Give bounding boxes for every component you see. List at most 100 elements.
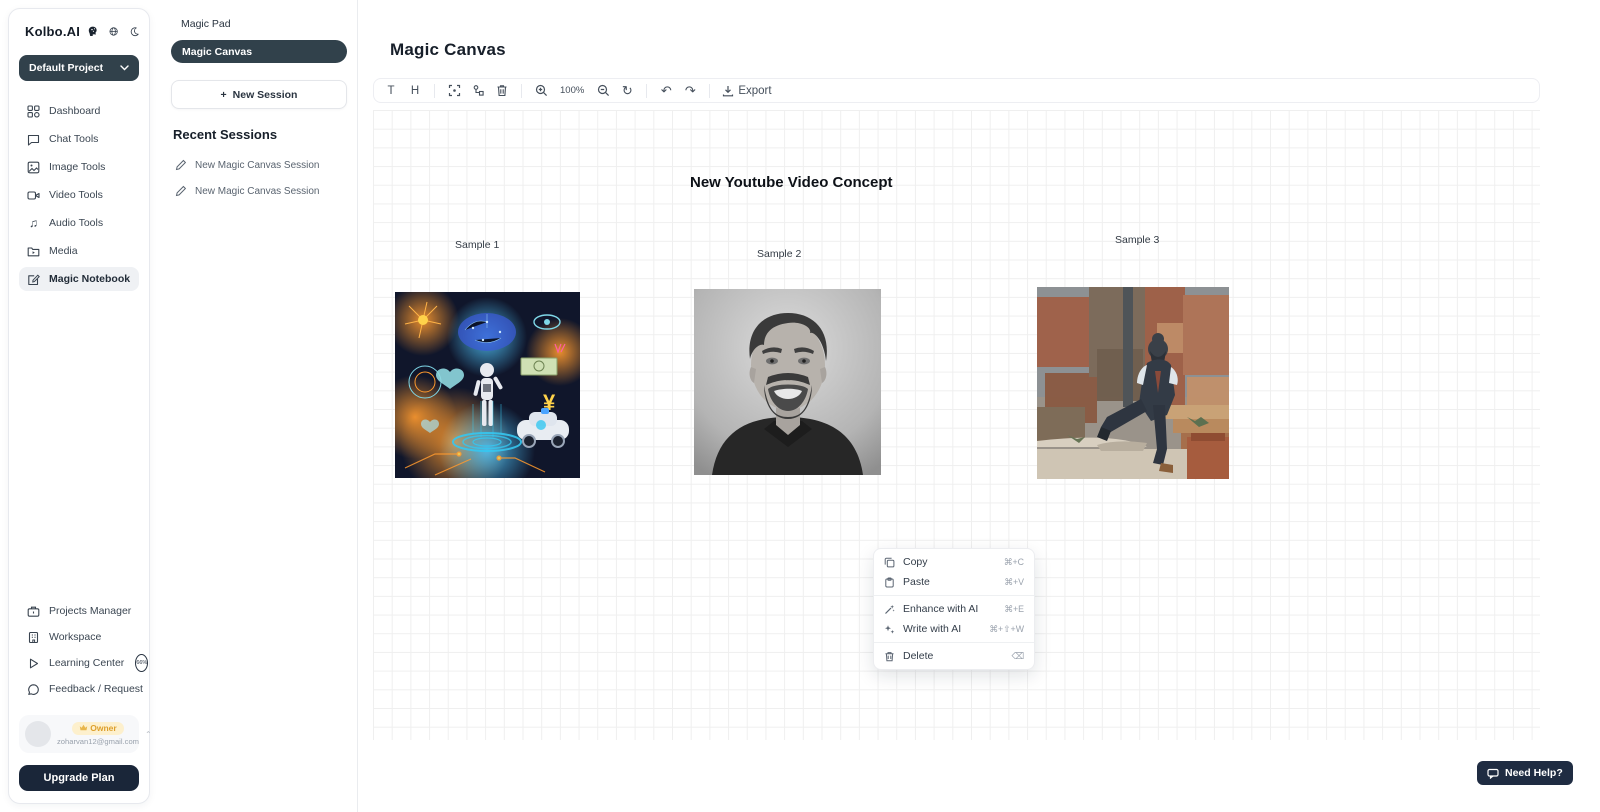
magic-canvas-item[interactable]: Magic Canvas <box>171 40 347 63</box>
pencil-icon <box>175 185 187 197</box>
owner-badge: Owner <box>72 722 123 735</box>
feedback-bubble-icon <box>27 683 40 696</box>
project-selector-label: Default Project <box>29 62 103 74</box>
sidebar: Kolbo.AI Default Project <box>8 8 150 804</box>
trash-icon <box>884 651 895 662</box>
dark-mode-moon-icon[interactable] <box>130 25 139 38</box>
chat-bubble-icon <box>27 133 40 146</box>
sidebar-item-label: Feedback / Request <box>49 683 143 695</box>
brand-logo: Kolbo.AI <box>25 24 80 39</box>
undo-button[interactable]: ↶ <box>655 81 677 101</box>
context-menu-delete[interactable]: Delete ⌫ <box>874 646 1034 666</box>
menu-divider <box>874 595 1034 596</box>
sidebar-item-label: Chat Tools <box>49 133 98 145</box>
heading-tool-button[interactable]: H <box>404 81 426 101</box>
zoom-in-button[interactable] <box>530 81 552 101</box>
sidebar-item-workspace[interactable]: Workspace <box>19 625 139 649</box>
canvas-image-ruins[interactable] <box>1037 287 1229 479</box>
copy-icon <box>884 557 895 568</box>
toolbar-divider <box>646 84 647 98</box>
crown-icon <box>79 724 88 732</box>
scan-select-icon <box>448 84 461 97</box>
redo-button[interactable]: ↷ <box>679 81 701 101</box>
context-menu-paste[interactable]: Paste ⌘+V <box>874 572 1034 592</box>
sample-2-label[interactable]: Sample 2 <box>757 248 801 260</box>
sample-1-label[interactable]: Sample 1 <box>455 239 499 251</box>
sidebar-item-label: Projects Manager <box>49 605 131 617</box>
pencil-icon <box>175 159 187 171</box>
dashboard-icon <box>27 105 40 118</box>
play-icon <box>27 657 40 670</box>
trash-icon <box>496 84 508 97</box>
zoom-out-button[interactable] <box>592 81 614 101</box>
sidebar-item-video-tools[interactable]: Video Tools <box>19 183 139 207</box>
sparkles-icon <box>884 624 895 635</box>
canvas-image-ai-collage[interactable]: ¥ <box>395 292 580 478</box>
sample-3-label[interactable]: Sample 3 <box>1115 234 1159 246</box>
sidebar-item-media[interactable]: Media <box>19 239 139 263</box>
magic-pad-item[interactable]: Magic Pad <box>171 14 347 40</box>
text-tool-button[interactable]: T <box>380 81 402 101</box>
select-tool-button[interactable] <box>443 81 465 101</box>
recent-sessions-title: Recent Sessions <box>173 127 347 142</box>
sidebar-item-feedback[interactable]: Feedback / Request <box>19 677 139 701</box>
paste-icon <box>884 577 895 588</box>
context-menu-enhance-ai[interactable]: Enhance with AI ⌘+E <box>874 599 1034 619</box>
help-chat-icon <box>1487 768 1499 779</box>
need-help-button[interactable]: Need Help? <box>1477 761 1573 785</box>
sidebar-item-magic-notebook[interactable]: Magic Notebook <box>19 267 139 291</box>
briefcase-icon <box>27 605 40 618</box>
magic-wand-icon <box>884 604 895 615</box>
session-item[interactable]: New Magic Canvas Session <box>171 152 347 178</box>
context-menu-copy[interactable]: Copy ⌘+C <box>874 552 1034 572</box>
sidebar-item-dashboard[interactable]: Dashboard <box>19 99 139 123</box>
flow-tool-button[interactable] <box>467 81 489 101</box>
sidebar-item-label: Image Tools <box>49 161 105 173</box>
app-root: Kolbo.AI Default Project <box>0 0 1600 812</box>
download-icon <box>722 85 734 97</box>
reset-rotation-button[interactable]: ↻ <box>616 81 638 101</box>
music-note-icon: ♫ <box>27 217 40 230</box>
toolbar-divider <box>521 84 522 98</box>
sidebar-nav: Dashboard Chat Tools Image Tools <box>19 99 139 291</box>
brain-head-icon <box>87 23 98 39</box>
canvas-heading-text[interactable]: New Youtube Video Concept <box>690 174 893 191</box>
zoom-level: 100% <box>554 85 590 96</box>
building-icon <box>27 631 40 644</box>
language-globe-icon[interactable] <box>109 25 118 38</box>
session-item[interactable]: New Magic Canvas Session <box>171 178 347 204</box>
user-account-box[interactable]: Owner zoharvan12@gmail.com ⌃ <box>19 715 139 753</box>
sidebar-item-label: Media <box>49 245 78 257</box>
menu-divider <box>874 642 1034 643</box>
sidebar-item-label: Dashboard <box>49 105 100 117</box>
sidebar-item-projects-manager[interactable]: Projects Manager <box>19 599 139 623</box>
image-icon <box>27 161 40 174</box>
notebook-pencil-icon <box>27 273 40 286</box>
toolbar-divider <box>709 84 710 98</box>
upgrade-plan-button[interactable]: Upgrade Plan <box>19 765 139 791</box>
chevron-down-icon <box>120 65 129 71</box>
zoom-out-icon <box>597 84 610 97</box>
sessions-panel: Magic Pad Magic Canvas + New Session Rec… <box>163 0 358 812</box>
video-camera-icon <box>27 189 40 202</box>
sidebar-item-label: Learning Center <box>49 657 124 669</box>
canvas-toolbar: T H 100% <box>373 78 1540 103</box>
zoom-in-icon <box>535 84 548 97</box>
learning-progress-badge: 66% <box>135 654 148 672</box>
sidebar-item-audio-tools[interactable]: ♫ Audio Tools <box>19 211 139 235</box>
context-menu: Copy ⌘+C Paste ⌘+V Enhance with AI ⌘+E <box>873 548 1035 670</box>
new-session-button[interactable]: + New Session <box>171 80 347 109</box>
user-caret-icon: ⌃ <box>145 730 152 739</box>
sidebar-item-label: Video Tools <box>49 189 103 201</box>
sidebar-item-label: Magic Notebook <box>49 273 130 285</box>
sidebar-item-image-tools[interactable]: Image Tools <box>19 155 139 179</box>
sidebar-item-label: Audio Tools <box>49 217 103 229</box>
project-selector[interactable]: Default Project <box>19 55 139 81</box>
sidebar-item-learning-center[interactable]: Learning Center 66% <box>19 651 139 675</box>
sidebar-item-chat-tools[interactable]: Chat Tools <box>19 127 139 151</box>
context-menu-write-ai[interactable]: Write with AI ⌘+⇧+W <box>874 619 1034 639</box>
canvas-image-portrait[interactable] <box>694 289 881 475</box>
delete-tool-button[interactable] <box>491 81 513 101</box>
export-button[interactable]: Export <box>718 81 775 101</box>
plus-icon: + <box>221 89 227 101</box>
